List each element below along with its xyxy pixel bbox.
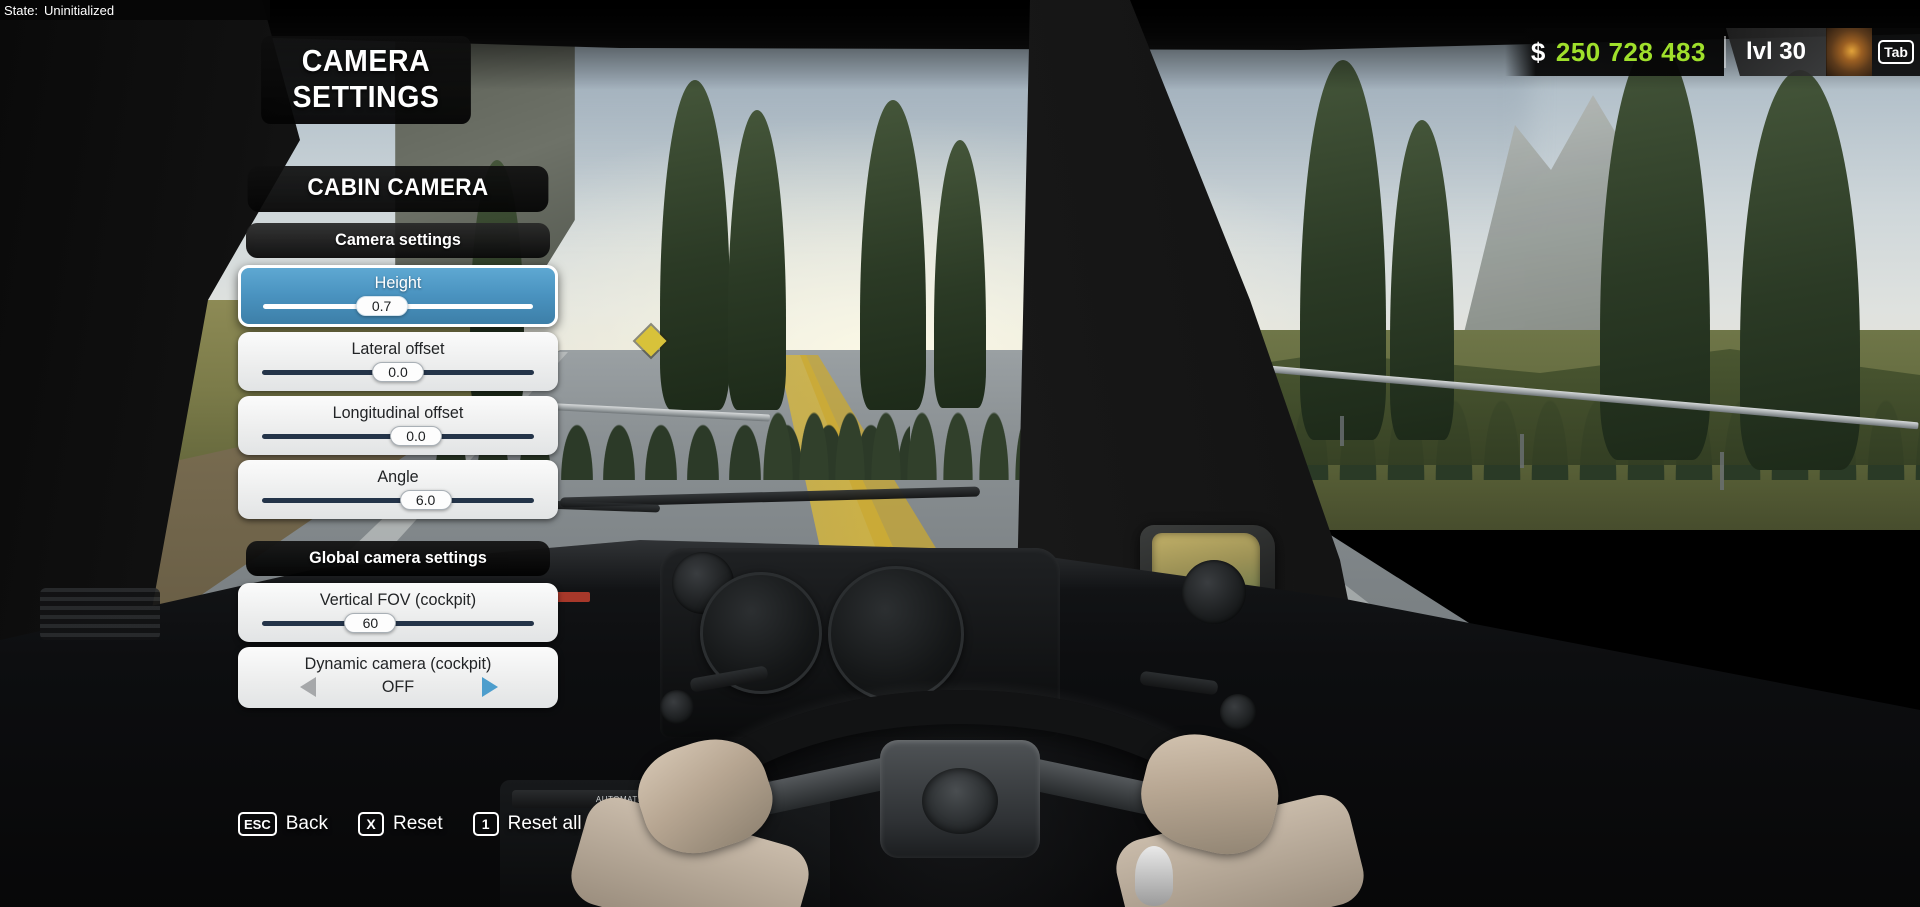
state-bar-label: State: bbox=[4, 2, 38, 18]
arrow-right-icon[interactable] bbox=[482, 677, 498, 697]
slider-value-height[interactable]: 0.7 bbox=[355, 296, 408, 316]
option-label-height: Height bbox=[374, 273, 422, 292]
avatar bbox=[1826, 28, 1872, 76]
options-list-global-camera-settings: Vertical FOV (cockpit) 60 Dynamic camera… bbox=[238, 583, 568, 708]
footer-label-reset: Reset bbox=[392, 813, 443, 834]
dashboard-knob bbox=[1220, 694, 1256, 730]
option-dynamic-camera[interactable]: Dynamic camera (cockpit) OFF bbox=[238, 647, 558, 708]
guardrail-post bbox=[1520, 434, 1524, 468]
game-screen: AUTOMATIC AIR CONDITIONER State: Uniniti… bbox=[0, 0, 1920, 907]
tab-hint-button[interactable]: Tab bbox=[1872, 28, 1920, 76]
slider-value-angle[interactable]: 6.0 bbox=[399, 490, 452, 510]
hud-divider bbox=[1723, 36, 1726, 68]
esc-key-badge: ESC bbox=[238, 812, 277, 836]
money-amount: 250 728 483 bbox=[1555, 36, 1706, 67]
page-title: CAMERA SETTINGS bbox=[261, 36, 471, 124]
group-header-camera-settings: Camera settings bbox=[246, 223, 550, 258]
money-display: $ 250 728 483 bbox=[1504, 28, 1724, 76]
slider-value-vertical-fov[interactable]: 60 bbox=[344, 613, 397, 633]
dashboard-vent-grille bbox=[40, 588, 160, 640]
camera-settings-menu: CAMERA SETTINGS CABIN CAMERA Camera sett… bbox=[238, 36, 568, 708]
footer-item-reset-all[interactable]: 1 Reset all bbox=[472, 812, 582, 836]
guardrail-post bbox=[1340, 416, 1344, 446]
slider-height[interactable]: 0.7 bbox=[261, 296, 535, 316]
option-label-vertical-fov: Vertical FOV (cockpit) bbox=[319, 590, 477, 609]
currency-symbol: $ bbox=[1530, 36, 1546, 67]
camera-mode-title: CABIN CAMERA bbox=[247, 166, 549, 212]
player-hud: $ 250 728 483 lvl 30 Tab bbox=[1504, 28, 1920, 76]
footer-label-reset-all: Reset all bbox=[507, 813, 582, 834]
level-display: lvl 30 bbox=[1725, 28, 1826, 76]
x-key-badge: X bbox=[357, 812, 384, 836]
state-bar-value: Uninitialized bbox=[43, 2, 115, 18]
air-vent-right bbox=[1182, 560, 1246, 624]
footer-label-back: Back bbox=[285, 813, 328, 834]
option-longitudinal-offset[interactable]: Longitudinal offset 0.0 bbox=[238, 396, 558, 455]
footer-item-reset[interactable]: X Reset bbox=[357, 812, 443, 836]
option-label-angle: Angle bbox=[377, 467, 419, 486]
tab-key-badge: Tab bbox=[1878, 40, 1914, 64]
stepper-value-dynamic-camera: OFF bbox=[381, 677, 415, 696]
state-bar: State: Uninitialized bbox=[0, 0, 270, 20]
option-lateral-offset[interactable]: Lateral offset 0.0 bbox=[238, 332, 558, 391]
options-list-camera-settings: Height 0.7 Lateral offset 0.0 Longitudin… bbox=[238, 265, 568, 519]
steering-wheel-center bbox=[922, 768, 998, 834]
gear-shifter bbox=[1135, 846, 1173, 906]
option-label-dynamic-camera: Dynamic camera (cockpit) bbox=[304, 654, 492, 673]
slider-longitudinal-offset[interactable]: 0.0 bbox=[260, 426, 536, 446]
footer-item-back[interactable]: ESC Back bbox=[238, 812, 328, 836]
slider-vertical-fov[interactable]: 60 bbox=[260, 613, 536, 633]
slider-angle[interactable]: 6.0 bbox=[260, 490, 536, 510]
one-key-badge: 1 bbox=[472, 812, 499, 836]
arrow-left-icon[interactable] bbox=[300, 677, 316, 697]
slider-lateral-offset[interactable]: 0.0 bbox=[260, 362, 536, 382]
dashboard-knob bbox=[660, 690, 694, 724]
speedometer-gauge bbox=[828, 566, 964, 702]
option-vertical-fov[interactable]: Vertical FOV (cockpit) 60 bbox=[238, 583, 558, 642]
option-angle[interactable]: Angle 6.0 bbox=[238, 460, 558, 519]
slider-track bbox=[262, 497, 534, 503]
slider-value-lateral-offset[interactable]: 0.0 bbox=[372, 362, 424, 382]
slider-value-longitudinal-offset[interactable]: 0.0 bbox=[389, 426, 442, 446]
option-label-lateral-offset: Lateral offset bbox=[351, 339, 445, 358]
group-header-global-camera-settings: Global camera settings bbox=[246, 541, 550, 576]
option-height[interactable]: Height 0.7 bbox=[238, 265, 558, 327]
slider-track bbox=[262, 620, 534, 626]
stepper-dynamic-camera[interactable]: OFF bbox=[260, 675, 536, 699]
guardrail-post bbox=[1720, 452, 1724, 490]
option-label-longitudinal-offset: Longitudinal offset bbox=[332, 403, 464, 422]
footer-hints: ESC Back X Reset 1 Reset all bbox=[238, 812, 582, 836]
